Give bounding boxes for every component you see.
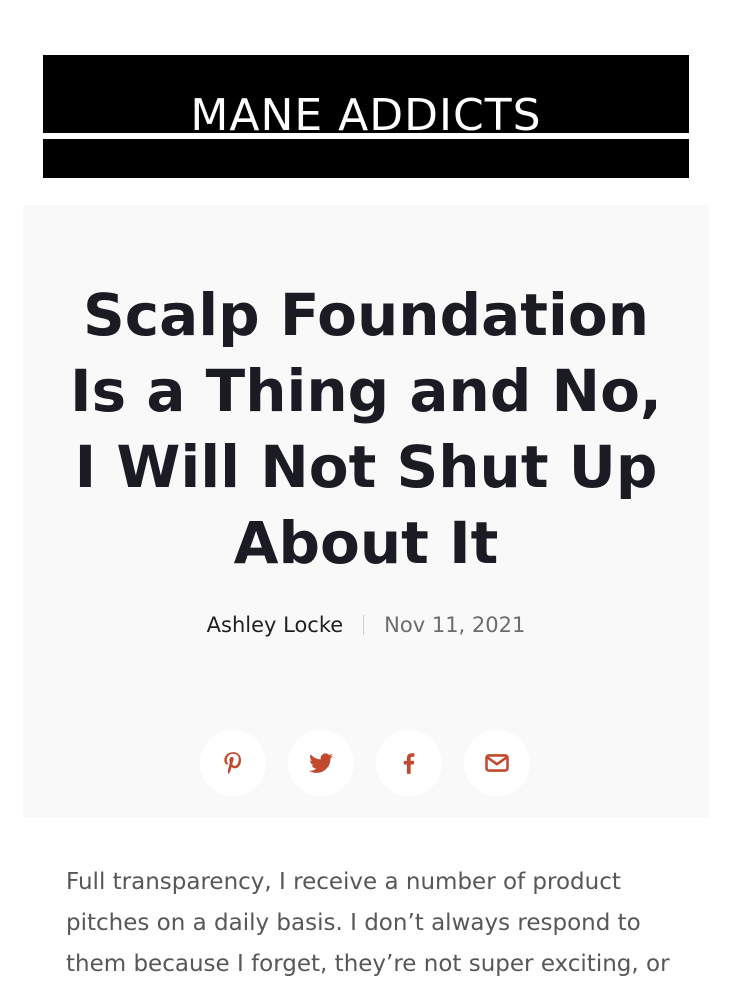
logo-text: MANE ADDICTS <box>190 90 542 141</box>
article-title: Scalp Foundation Is a Thing and No, I Wi… <box>70 281 662 577</box>
share-twitter-button[interactable] <box>288 730 354 796</box>
share-facebook-button[interactable] <box>376 730 442 796</box>
facebook-icon <box>403 753 415 774</box>
share-pinterest-button[interactable] <box>200 730 266 796</box>
author-link[interactable]: Ashley Locke <box>207 613 344 637</box>
twitter-icon <box>309 753 333 773</box>
byline: Ashley Locke Nov 11, 2021 <box>23 610 709 641</box>
publish-date: Nov 11, 2021 <box>384 613 526 637</box>
article-header: Scalp Foundation Is a Thing and No, I Wi… <box>23 205 709 818</box>
byline-divider <box>363 615 365 635</box>
pinterest-icon <box>224 752 242 775</box>
share-buttons <box>200 730 532 796</box>
article-body-paragraph: Full transparency, I receive a number of… <box>66 869 670 977</box>
email-icon <box>485 754 509 772</box>
share-email-button[interactable] <box>464 730 530 796</box>
site-logo[interactable]: MANE ADDICTS <box>43 55 689 178</box>
